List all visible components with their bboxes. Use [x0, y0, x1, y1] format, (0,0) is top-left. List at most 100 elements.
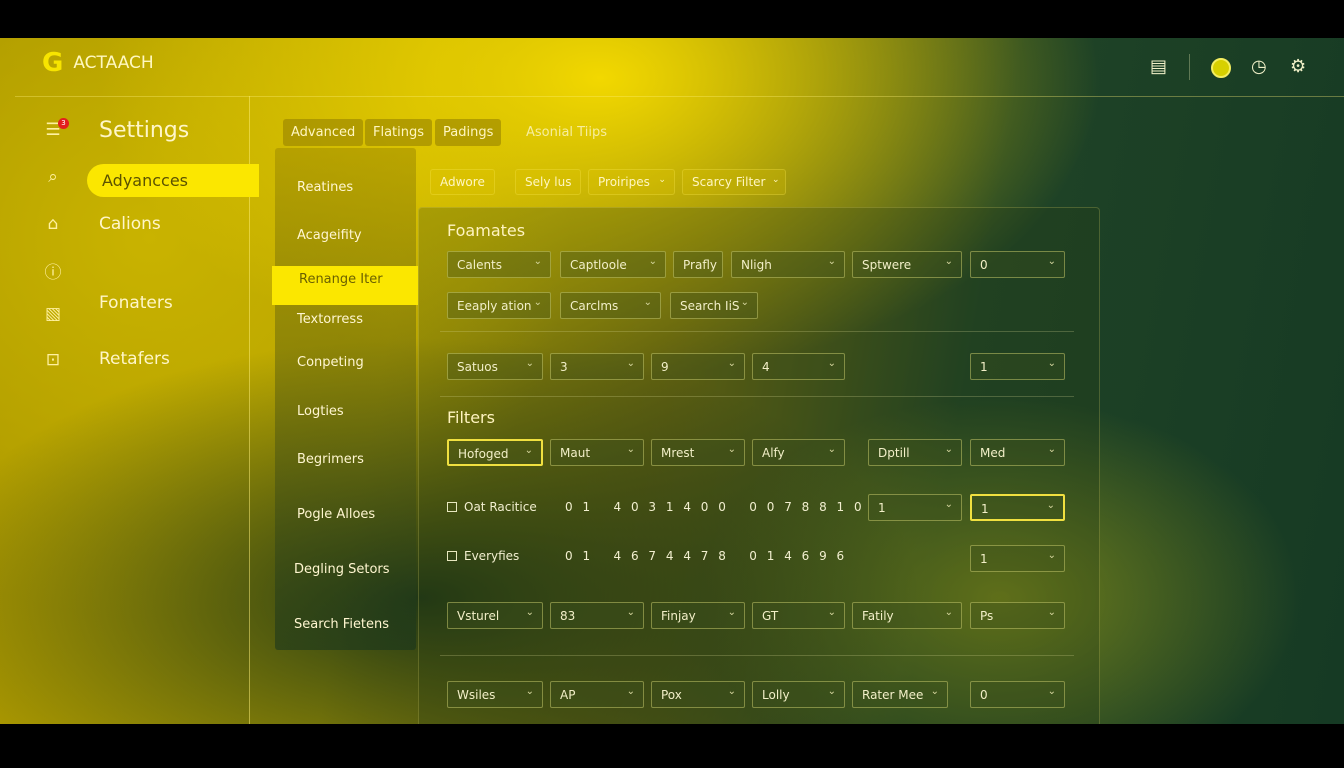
sidebar-item-calions[interactable]: Calions	[99, 214, 161, 234]
dropdown-value: 3	[560, 360, 568, 374]
dropdown-value: Vsturel	[457, 609, 500, 623]
submenu-item[interactable]: Conpeting	[297, 355, 364, 370]
dropdown-r4-2[interactable]: Mrest ⌄	[651, 439, 745, 466]
dropdown-r4-5[interactable]: Med ⌄	[970, 439, 1065, 466]
dropdown-r3-3[interactable]: 4 ⌄	[752, 353, 845, 380]
dropdown-r4-3[interactable]: Alfy ⌄	[752, 439, 845, 466]
subtab-sely-lus[interactable]: Sely lus	[515, 169, 582, 195]
chevron-down-icon: ⌄	[533, 297, 542, 308]
dropdown-r3-2[interactable]: 9 ⌄	[651, 353, 745, 380]
dropdown-r2-2[interactable]: Search IiS ⌄	[670, 292, 758, 319]
checkbox-everyfies[interactable]: Everyfies	[447, 549, 519, 563]
chevron-down-icon: ⌄	[944, 444, 953, 455]
book-icon[interactable]: ▤	[1150, 56, 1167, 77]
info-icon[interactable]: ⓘ	[42, 258, 64, 283]
dropdown-value: 0	[980, 688, 988, 702]
chevron-down-icon: ⌄	[626, 686, 635, 697]
search-icon[interactable]: ⌕	[42, 167, 64, 187]
gear-icon[interactable]: ⚙	[1290, 56, 1306, 77]
dropdown-r8-0[interactable]: Wsiles ⌄	[447, 681, 543, 708]
dropdown-r1-5[interactable]: 0 ⌄	[970, 251, 1065, 278]
dropdown-r1-3[interactable]: Nligh ⌄	[731, 251, 845, 278]
submenu-item[interactable]: Pogle Alloes	[297, 507, 375, 522]
lock-icon[interactable]: ⊡	[42, 350, 64, 370]
tab-padings[interactable]: Padings	[435, 119, 502, 146]
dropdown-r7-2[interactable]: Finjay ⌄	[651, 602, 745, 629]
sidebar-item-fonaters[interactable]: Fonaters	[99, 293, 173, 313]
dropdown-r8-3[interactable]: Lolly ⌄	[752, 681, 845, 708]
dropdown-r3-1[interactable]: 3 ⌄	[550, 353, 644, 380]
dropdown-r3-0[interactable]: Satuos ⌄	[447, 353, 543, 380]
submenu-item[interactable]: Reatines	[297, 180, 353, 195]
dropdown-r5-1[interactable]: 1 ⌄	[970, 494, 1065, 521]
chevron-down-icon: ⌄	[533, 256, 542, 267]
chevron-down-icon: ⌄	[944, 499, 953, 510]
dropdown-r8-2[interactable]: Pox ⌄	[651, 681, 745, 708]
submenu-item[interactable]: Textorress	[297, 312, 363, 327]
sidebar-title: Settings	[99, 118, 190, 143]
dropdown-value: GT	[762, 609, 779, 623]
dropdown-r2-1[interactable]: Carclms ⌄	[560, 292, 661, 319]
submenu-item[interactable]: Renange Iter	[299, 272, 383, 287]
dropdown-r6-0[interactable]: 1 ⌄	[970, 545, 1065, 572]
dropdown-r4-1[interactable]: Maut ⌄	[550, 439, 644, 466]
subtab-proiripes[interactable]: Proiripes ⌄	[588, 169, 675, 195]
dropdown-value: 0	[980, 258, 988, 272]
dropdown-value: Lolly	[762, 688, 790, 702]
status-icon[interactable]	[1211, 58, 1231, 78]
chevron-down-icon: ⌄	[1047, 358, 1056, 369]
subtab-scarcy-filter[interactable]: Scarcy Filter ⌄	[682, 169, 787, 195]
chevron-down-icon: ⌄	[727, 444, 736, 455]
dropdown-r4-4[interactable]: Dptill ⌄	[868, 439, 962, 466]
chevron-down-icon: ⌄	[525, 686, 534, 697]
section-filters-title: Filters	[447, 408, 495, 427]
dropdown-r2-0[interactable]: Eeaply ation ⌄	[447, 292, 551, 319]
dropdown-r4-0[interactable]: Hofoged ⌄	[447, 439, 543, 466]
dropdown-r7-1[interactable]: 83 ⌄	[550, 602, 644, 629]
tab-advanced[interactable]: Advanced	[283, 119, 364, 146]
dropdown-r1-2[interactable]: Prafly	[673, 251, 723, 278]
dropdown-r8-5[interactable]: 0 ⌄	[970, 681, 1065, 708]
dropdown-r7-4[interactable]: Fatily ⌄	[852, 602, 962, 629]
dropdown-value: Prafly	[683, 258, 717, 272]
dropdown-r8-4[interactable]: Rater Mee ⌄	[852, 681, 948, 708]
tab-asonial-tiips[interactable]: Asonial Tiips	[518, 119, 615, 146]
dropdown-r7-0[interactable]: Vsturel ⌄	[447, 602, 543, 629]
checkbox-oat-racitice[interactable]: Oat Racitice	[447, 500, 537, 514]
dropdown-value: 4	[762, 360, 770, 374]
checkbox-icon[interactable]	[447, 551, 457, 561]
checkbox-icon[interactable]	[447, 502, 457, 512]
chevron-down-icon: ⌄	[648, 256, 657, 267]
dropdown-value: Rater Mee	[862, 688, 924, 702]
dropdown-r1-1[interactable]: Captloole ⌄	[560, 251, 666, 278]
dropdown-r8-1[interactable]: AP ⌄	[550, 681, 644, 708]
tab-flatings[interactable]: Flatings	[365, 119, 433, 146]
chevron-down-icon: ⌄	[827, 607, 836, 618]
dropdown-value: Fatily	[862, 609, 894, 623]
dropdown-r1-4[interactable]: Sptwere ⌄	[852, 251, 962, 278]
submenu-item[interactable]: Degling Setors	[294, 562, 390, 577]
dropdown-r3-4[interactable]: 1 ⌄	[970, 353, 1065, 380]
dropdown-r7-3[interactable]: GT ⌄	[752, 602, 845, 629]
checkbox-label: Everyfies	[464, 549, 520, 563]
dropdown-r1-0[interactable]: Calents ⌄	[447, 251, 551, 278]
app-title: ACTAACH	[73, 53, 154, 73]
image-icon[interactable]: ▧	[42, 304, 64, 324]
chevron-down-icon: ⌄	[727, 686, 736, 697]
submenu-item[interactable]: Begrimers	[297, 452, 364, 467]
submenu-item[interactable]: Logties	[297, 404, 344, 419]
sidebar-item-advanced[interactable]: Adyancces	[87, 164, 259, 197]
clock-icon[interactable]: ◷	[1251, 56, 1267, 77]
subtab-adwore[interactable]: Adwore	[430, 169, 495, 195]
sidebar-item-retafers[interactable]: Retafers	[99, 349, 170, 369]
home-icon[interactable]: ⌂	[42, 214, 64, 234]
submenu-item[interactable]: Acageifity	[297, 228, 362, 243]
chevron-down-icon: ⌄	[727, 358, 736, 369]
submenu-item[interactable]: Search Fietens	[294, 617, 389, 632]
chevron-down-icon: ⌄	[1046, 500, 1055, 511]
logo-icon: G	[42, 48, 64, 78]
dropdown-r7-5[interactable]: Ps ⌄	[970, 602, 1065, 629]
dropdown-r5-0[interactable]: 1 ⌄	[868, 494, 962, 521]
dropdown-value: Sptwere	[862, 258, 912, 272]
checkbox-label: Oat Racitice	[464, 500, 537, 514]
